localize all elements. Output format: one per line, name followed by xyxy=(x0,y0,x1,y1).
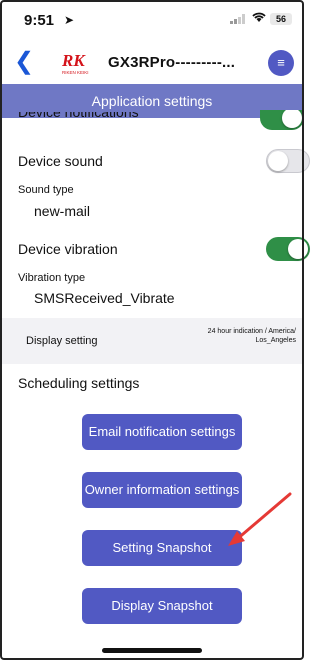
battery-icon: 56 xyxy=(270,13,292,25)
clock: 9:51 xyxy=(24,12,55,29)
device-sound-label: Device sound xyxy=(18,153,103,169)
setting-snapshot-button[interactable]: Setting Snapshot xyxy=(82,530,242,566)
device-sound-toggle[interactable] xyxy=(266,149,310,173)
back-chevron-icon[interactable]: ❮ xyxy=(14,48,34,76)
sound-type-label: Sound type xyxy=(18,184,74,196)
vibration-type-row[interactable]: Vibration type SMSReceived_Vibrate xyxy=(0,272,304,312)
vibration-type-value: SMSReceived_Vibrate xyxy=(34,290,175,306)
device-notifications-row: Device notifications xyxy=(0,112,304,128)
scheduling-settings-row[interactable]: Scheduling settings xyxy=(0,368,304,398)
vibration-type-label: Vibration type xyxy=(18,272,86,284)
wifi-icon xyxy=(252,10,266,26)
display-snapshot-button[interactable]: Display Snapshot xyxy=(82,588,242,624)
riken-keiki-logo: RK RIKEN KEIKI xyxy=(61,51,89,75)
owner-information-settings-button[interactable]: Owner information settings xyxy=(82,472,242,508)
display-setting-value: 24 hour indication / America/ Los_Angele… xyxy=(207,328,296,344)
status-bar: 9:51 ➤ 56 xyxy=(0,0,304,42)
location-arrow-icon: ➤ xyxy=(64,13,75,27)
device-notifications-label: Device notifications xyxy=(18,112,139,120)
home-indicator xyxy=(102,648,202,653)
cellular-signal-icon xyxy=(230,14,245,24)
device-notifications-toggle[interactable] xyxy=(260,110,304,130)
device-name: GX3RPro---------... xyxy=(108,54,236,71)
svg-text:RK: RK xyxy=(61,51,86,70)
menu-button[interactable]: ≡ xyxy=(268,50,294,76)
device-vibration-row: Device vibration xyxy=(0,234,304,264)
sound-type-value: new-mail xyxy=(34,203,91,219)
device-vibration-toggle[interactable] xyxy=(266,237,310,261)
app-header: ❮ RK RIKEN KEIKI GX3RPro---------... ≡ xyxy=(0,42,304,84)
scheduling-settings-label: Scheduling settings xyxy=(18,375,140,391)
display-setting-row[interactable]: Display setting 24 hour indication / Ame… xyxy=(0,318,304,364)
sound-type-row[interactable]: Sound type new-mail xyxy=(0,184,304,224)
email-notification-settings-button[interactable]: Email notification settings xyxy=(82,414,242,450)
svg-text:RIKEN KEIKI: RIKEN KEIKI xyxy=(62,70,89,75)
device-sound-row: Device sound xyxy=(0,146,304,176)
device-vibration-label: Device vibration xyxy=(18,241,118,257)
